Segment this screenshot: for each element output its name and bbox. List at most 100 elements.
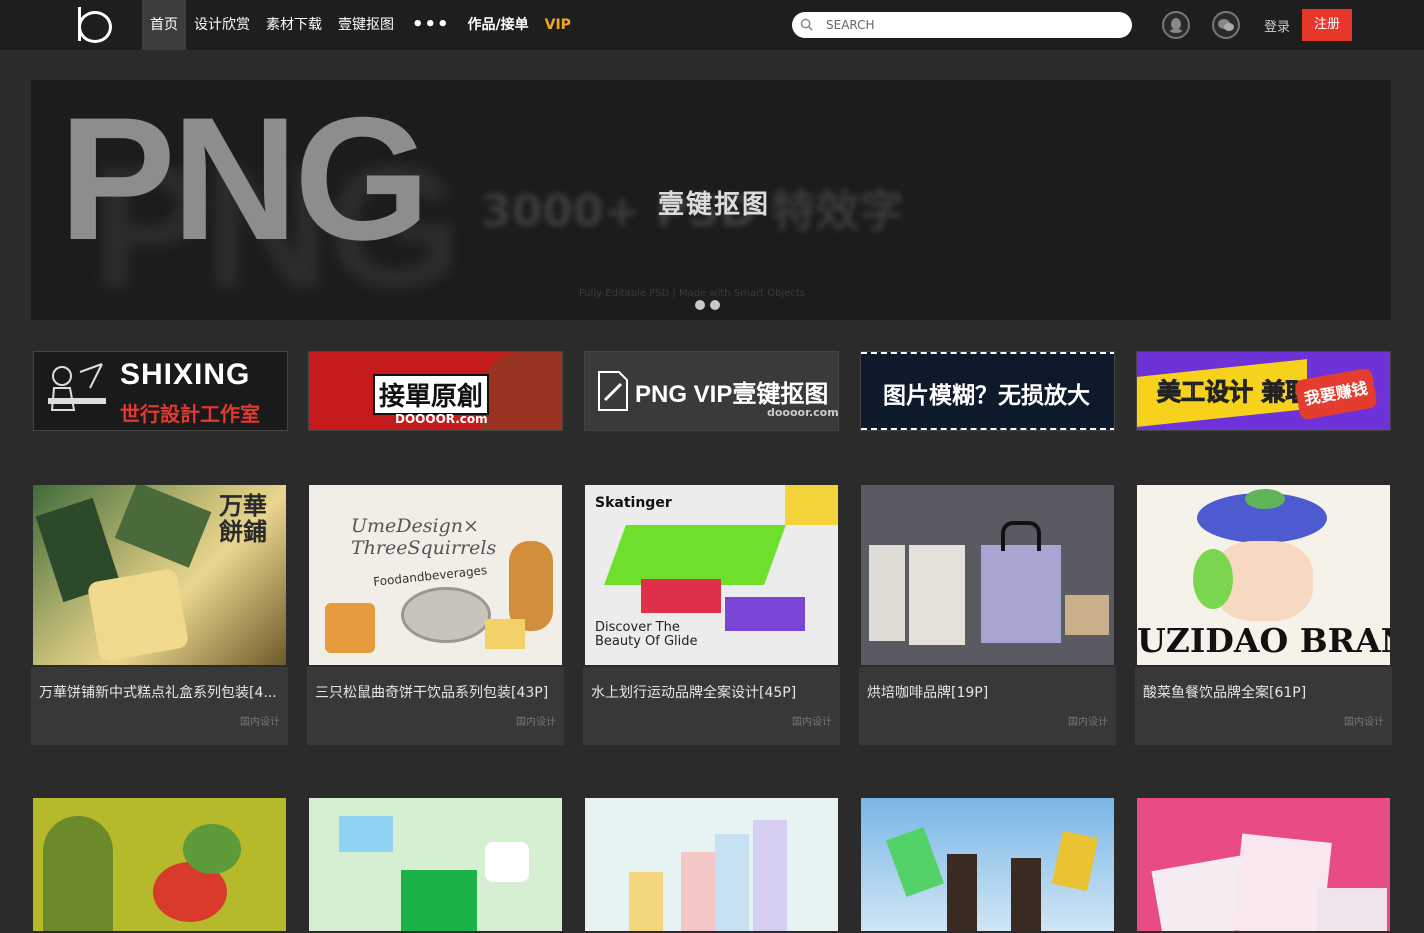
project-card[interactable] [307, 796, 564, 933]
search-box [792, 12, 1132, 38]
ad-banner-shixing[interactable]: SHIXING 世行設計工作室 [33, 351, 288, 431]
thumb-biscuit [325, 603, 375, 653]
ad-png-title: PNG VIP壹键抠图 [635, 381, 829, 408]
card-thumbnail[interactable] [859, 483, 1116, 667]
card-category[interactable]: 国内设计 [792, 713, 832, 728]
card-title[interactable]: 烘培咖啡品牌[19P] [867, 682, 1107, 702]
card-thumbnail[interactable]: UZIDAO BRAND [1135, 483, 1392, 667]
nav-works-orders[interactable]: 作品/接单 [460, 0, 537, 50]
project-card[interactable] [1135, 796, 1392, 933]
ad-original-subtitle: DOOOOR.com [395, 412, 488, 426]
card-title[interactable]: 酸菜鱼餐饮品牌全案[61P] [1143, 682, 1383, 702]
register-button[interactable]: 注册 [1302, 9, 1352, 41]
card-title[interactable]: 三只松鼠曲奇饼干饮品系列包装[43P] [315, 682, 555, 702]
thumb-green-box [401, 870, 477, 931]
card-title[interactable]: 水上划行运动品牌全案设计[45P] [591, 682, 831, 702]
ad-upscale-title: 图片模糊？无损放大 [883, 383, 1090, 409]
project-card[interactable] [859, 796, 1116, 933]
thumb-cheese [485, 619, 525, 649]
site-logo[interactable] [78, 7, 114, 43]
thumb-cookies [509, 541, 553, 631]
thumb-purple-block [725, 597, 805, 631]
thumb-can-green [885, 826, 945, 898]
thumb-pack-1 [869, 545, 905, 641]
thumb-red-block [641, 579, 721, 613]
project-card[interactable]: UmeDesign× ThreeSquirrels Foodandbeverag… [307, 483, 564, 745]
thumb-title-2: ThreeSquirrels [351, 537, 497, 559]
project-card[interactable]: UZIDAO BRAND 酸菜鱼餐饮品牌全案[61P] 国内设计 [1135, 483, 1392, 745]
thumb-brand-text: 万華 餅鋪 [219, 492, 267, 547]
login-link[interactable]: 登录 [1264, 16, 1290, 35]
qq-login-icon[interactable] [1162, 11, 1190, 39]
hero-banner[interactable]: PNG PNG 3000+ PSD 特效字 壹键抠图 Fully Editabl… [31, 80, 1391, 320]
search-icon[interactable] [800, 18, 813, 31]
nav-material-download[interactable]: 素材下载 [258, 0, 330, 50]
thumb-hat-top [1245, 489, 1285, 509]
card-title[interactable]: 万華饼铺新中式糕点礼盒系列包装[4... [39, 682, 279, 702]
thumb-title-1: UmeDesign× [351, 515, 479, 537]
ad-dash-bottom [861, 426, 1114, 430]
card-thumbnail[interactable] [859, 796, 1116, 933]
logo-ring [78, 11, 112, 43]
thumb-box-3 [1317, 888, 1387, 931]
thumb-pastry [1065, 595, 1109, 635]
card-thumbnail[interactable] [583, 796, 840, 933]
logo-stem [78, 7, 81, 41]
ad-banner-png-vip[interactable]: PNG VIP壹键抠图 doooor.com [584, 351, 839, 431]
project-card[interactable] [31, 796, 288, 933]
search-input[interactable] [826, 12, 1122, 38]
thumb-green-block [604, 525, 786, 585]
thumb-bag-handle [1001, 521, 1041, 551]
thumb-brand-text: UZIDAO BRAND [1137, 621, 1390, 660]
drafter-illustration-icon [48, 363, 106, 411]
thumb-yellow-block [785, 485, 838, 525]
nav-design-gallery[interactable]: 设计欣赏 [186, 0, 258, 50]
card-category[interactable]: 国内设计 [1068, 713, 1108, 728]
card-thumbnail[interactable] [1135, 796, 1392, 933]
card-thumbnail[interactable] [307, 796, 564, 933]
card-thumbnail[interactable]: Skatinger Discover The Beauty Of Glide [583, 483, 840, 667]
thumb-bowl [401, 587, 491, 643]
ad-png-subtitle: doooor.com [767, 406, 839, 419]
ad-banner-upscale[interactable]: 图片模糊？无损放大 [860, 351, 1115, 431]
ad-shixing-subtitle: 世行設計工作室 [120, 402, 260, 426]
thumb-blue-box [339, 816, 393, 852]
thumb-box-2 [114, 485, 212, 568]
thumb-pack-purple [753, 820, 787, 931]
wechat-login-icon[interactable] [1212, 11, 1240, 39]
thumb-pack-blue [715, 834, 749, 931]
card-category[interactable]: 国内设计 [1344, 713, 1384, 728]
thumb-leaf [43, 816, 113, 931]
thumb-green-tin [183, 824, 241, 874]
thumb-white-box [485, 842, 529, 882]
carousel-dot-1[interactable] [695, 300, 705, 310]
thumb-can-yellow [1051, 830, 1099, 892]
thumb-bottle [947, 854, 977, 931]
thumb-tagline: Discover The Beauty Of Glide [595, 620, 698, 649]
nav-one-click-cutout[interactable]: 壹键抠图 [330, 0, 402, 50]
project-card[interactable]: 烘培咖啡品牌[19P] 国内设计 [859, 483, 1116, 745]
ad-banner-original-orders[interactable]: 接單原創 DOOOOR.com [308, 351, 563, 431]
ad-banner-part-time-design[interactable]: 美工设计 兼职接单 我要赚钱 [1136, 351, 1391, 431]
thumb-hair [1193, 549, 1233, 609]
project-card[interactable] [583, 796, 840, 933]
thumb-bag [981, 545, 1061, 643]
hero-big-text: PNG [59, 82, 430, 277]
main-nav: 首页 设计欣赏 素材下载 壹键抠图 ••• 作品/接单 VIP [142, 0, 579, 50]
card-category[interactable]: 国内设计 [516, 713, 556, 728]
project-card[interactable]: Skatinger Discover The Beauty Of Glide 水… [583, 483, 840, 745]
nav-vip[interactable]: VIP [537, 0, 579, 50]
nav-home[interactable]: 首页 [142, 0, 186, 50]
hero-fine-print: Fully Editable PSD | Made with Smart Obj… [579, 288, 805, 299]
card-category[interactable]: 国内设计 [240, 713, 280, 728]
card-thumbnail[interactable]: 万華 餅鋪 [31, 483, 288, 667]
thumb-pack-pink [681, 852, 715, 931]
thumb-bottle-2 [1011, 858, 1041, 931]
carousel-dot-2[interactable] [710, 300, 720, 310]
card-thumbnail[interactable]: UmeDesign× ThreeSquirrels Foodandbeverag… [307, 483, 564, 667]
card-thumbnail[interactable] [31, 796, 288, 933]
thumb-box-3 [86, 567, 190, 663]
thumb-pack-2 [909, 545, 965, 645]
nav-more-menu[interactable]: ••• [402, 0, 460, 50]
project-card[interactable]: 万華 餅鋪 万華饼铺新中式糕点礼盒系列包装[4... 国内设计 [31, 483, 288, 745]
